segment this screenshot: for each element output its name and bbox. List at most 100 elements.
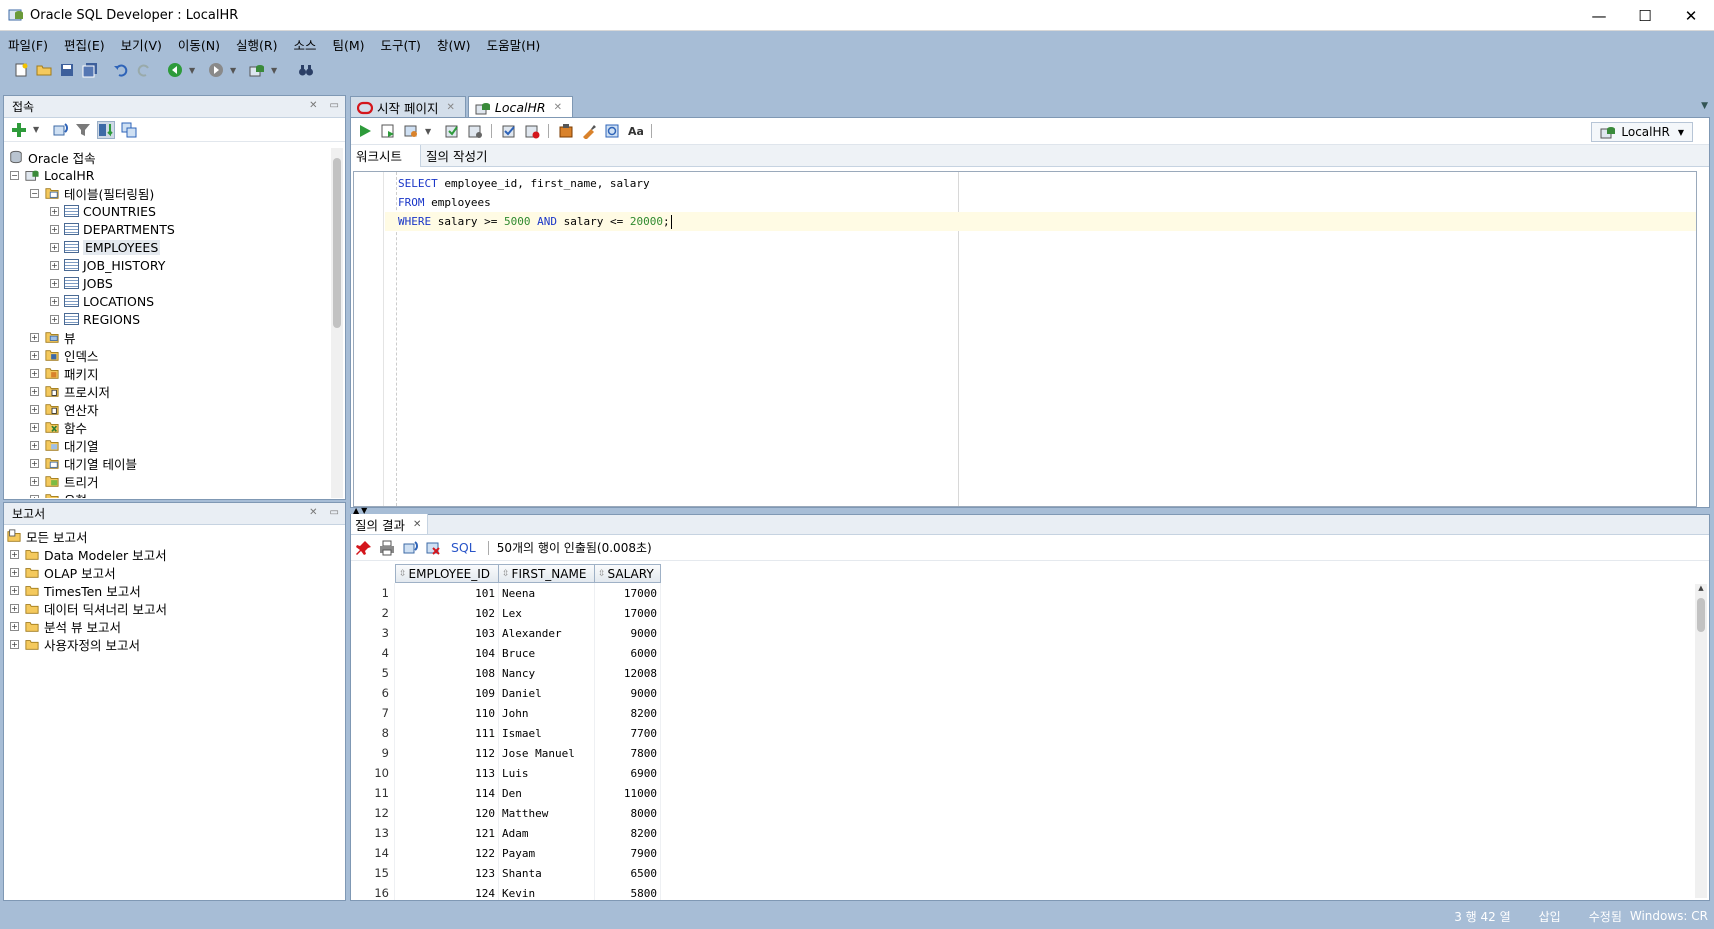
close-panel-icon[interactable]: ✕	[309, 507, 317, 518]
cell-first-name[interactable]: Alexander	[499, 623, 595, 643]
worksheet-dropdown-icon[interactable]: ▼	[271, 66, 279, 75]
column-header-salary[interactable]: ⇳ SALARY	[595, 564, 661, 583]
cell-first-name[interactable]: Kevin	[499, 883, 595, 900]
tree-node-queues[interactable]: + 대기열	[6, 436, 331, 454]
rollback-icon[interactable]	[466, 122, 484, 140]
cell-employee-id[interactable]: 113	[395, 763, 499, 783]
cell-first-name[interactable]: Shanta	[499, 863, 595, 883]
expand-icon[interactable]: +	[30, 350, 39, 360]
new-file-icon[interactable]	[12, 61, 30, 79]
cell-employee-id[interactable]: 110	[395, 703, 499, 723]
table-row[interactable]: 14 122 Payam 7900	[351, 843, 1693, 863]
cell-first-name[interactable]: Ismael	[499, 723, 595, 743]
cell-salary[interactable]: 17000	[595, 603, 661, 623]
close-tab-icon[interactable]: ✕	[554, 102, 562, 113]
tree-node-operators[interactable]: + 연산자	[6, 400, 331, 418]
table-row[interactable]: 6 109 Daniel 9000	[351, 683, 1693, 703]
cell-salary[interactable]: 9000	[595, 623, 661, 643]
clear-icon[interactable]	[580, 122, 598, 140]
cell-first-name[interactable]: Adam	[499, 823, 595, 843]
tab-worksheet[interactable]: 워크시트	[351, 144, 422, 167]
menu-help[interactable]: 도움말(H)	[487, 35, 541, 54]
tree-node-types[interactable]: + 유형	[6, 490, 331, 498]
tree-node-all-reports[interactable]: 모든 보고서	[4, 527, 345, 545]
table-row[interactable]: 16 124 Kevin 5800	[351, 883, 1693, 900]
expand-icon[interactable]: +	[50, 206, 59, 216]
tree-node-functions[interactable]: + 함수	[6, 418, 331, 436]
column-header-first-name[interactable]: ⇳ FIRST_NAME	[499, 564, 595, 583]
cell-employee-id[interactable]: 114	[395, 783, 499, 803]
tree-node-localhr[interactable]: − LocalHR	[6, 166, 331, 184]
tree-node-table[interactable]: + COUNTRIES	[6, 202, 331, 220]
redo-icon[interactable]	[135, 61, 153, 79]
expand-icon[interactable]: +	[30, 386, 39, 396]
expand-icon[interactable]: +	[10, 549, 19, 559]
cell-first-name[interactable]: Den	[499, 783, 595, 803]
cell-salary[interactable]: 12008	[595, 663, 661, 683]
tree-node-table[interactable]: + JOB_HISTORY	[6, 256, 331, 274]
tree-node-table[interactable]: + DEPARTMENTS	[6, 220, 331, 238]
cell-employee-id[interactable]: 104	[395, 643, 499, 663]
binoculars-icon[interactable]	[297, 61, 315, 79]
tree-node-procedures[interactable]: + 프로시저	[6, 382, 331, 400]
cell-employee-id[interactable]: 122	[395, 843, 499, 863]
cell-first-name[interactable]: Jose Manuel	[499, 743, 595, 763]
menu-team[interactable]: 팀(M)	[333, 35, 365, 54]
cancel-icon[interactable]	[523, 122, 541, 140]
close-tab-icon[interactable]: ✕	[446, 102, 454, 113]
history-icon[interactable]	[603, 122, 621, 140]
open-folder-icon[interactable]	[35, 61, 53, 79]
expand-icon[interactable]: +	[50, 260, 59, 270]
refresh-icon[interactable]	[51, 121, 69, 139]
add-connection-icon[interactable]	[10, 121, 28, 139]
menu-view[interactable]: 보기(V)	[121, 35, 162, 54]
table-row[interactable]: 4 104 Bruce 6000	[351, 643, 1693, 663]
collapse-icon[interactable]: −	[10, 170, 19, 180]
sql-worksheet-icon[interactable]	[248, 61, 266, 79]
cell-employee-id[interactable]: 101	[395, 583, 499, 603]
expand-icon[interactable]: +	[10, 603, 19, 613]
save-all-icon[interactable]	[81, 61, 99, 79]
minimize-panel-icon[interactable]: ▭	[330, 507, 339, 518]
results-scroll-thumb[interactable]	[1697, 598, 1705, 632]
cell-employee-id[interactable]: 121	[395, 823, 499, 843]
maximize-icon[interactable]: ☐	[1622, 0, 1668, 31]
menu-navigate[interactable]: 이동(N)	[178, 35, 220, 54]
cell-salary[interactable]: 6500	[595, 863, 661, 883]
expand-icon[interactable]: +	[10, 585, 19, 595]
tree-node-report[interactable]: + 분석 뷰 보고서	[4, 617, 345, 635]
tab-localhr[interactable]: LocalHR ✕	[467, 96, 573, 118]
table-row[interactable]: 8 111 Ismael 7700	[351, 723, 1693, 743]
table-row[interactable]: 7 110 John 8200	[351, 703, 1693, 723]
menu-source[interactable]: 소스	[293, 35, 316, 54]
tree-node-triggers[interactable]: + 트리거	[6, 472, 331, 490]
results-scrollbar[interactable]: ▲	[1695, 584, 1707, 898]
connections-manage-icon[interactable]	[120, 121, 138, 139]
expand-icon[interactable]: +	[30, 476, 39, 486]
expand-icon[interactable]: +	[50, 242, 59, 252]
cell-first-name[interactable]: Bruce	[499, 643, 595, 663]
table-row[interactable]: 12 120 Matthew 8000	[351, 803, 1693, 823]
table-row[interactable]: 9 112 Jose Manuel 7800	[351, 743, 1693, 763]
cell-first-name[interactable]: Matthew	[499, 803, 595, 823]
menu-edit[interactable]: 편집(E)	[64, 35, 105, 54]
cell-salary[interactable]: 7800	[595, 743, 661, 763]
sql-tuning-icon[interactable]	[557, 122, 575, 140]
tree-node-indexes[interactable]: + 인덱스	[6, 346, 331, 364]
tree-node-table[interactable]: + LOCATIONS	[6, 292, 331, 310]
column-header-employee-id[interactable]: ⇳ EMPLOYEE_ID	[395, 564, 499, 583]
minimize-icon[interactable]: —	[1576, 0, 1622, 31]
format-icon[interactable]: Aa	[626, 122, 644, 140]
cell-employee-id[interactable]: 108	[395, 663, 499, 683]
cell-salary[interactable]: 8200	[595, 823, 661, 843]
tab-query-result[interactable]: 질의 결과 ✕	[351, 514, 429, 534]
close-icon[interactable]: ✕	[1668, 0, 1714, 31]
menu-file[interactable]: 파일(F)	[8, 35, 48, 54]
expand-icon[interactable]: +	[30, 494, 39, 498]
cell-first-name[interactable]: Payam	[499, 843, 595, 863]
table-row[interactable]: 10 113 Luis 6900	[351, 763, 1693, 783]
back-icon[interactable]	[166, 61, 184, 79]
tree-node-table[interactable]: + JOBS	[6, 274, 331, 292]
expand-icon[interactable]: +	[10, 639, 19, 649]
expand-icon[interactable]: +	[30, 440, 39, 450]
